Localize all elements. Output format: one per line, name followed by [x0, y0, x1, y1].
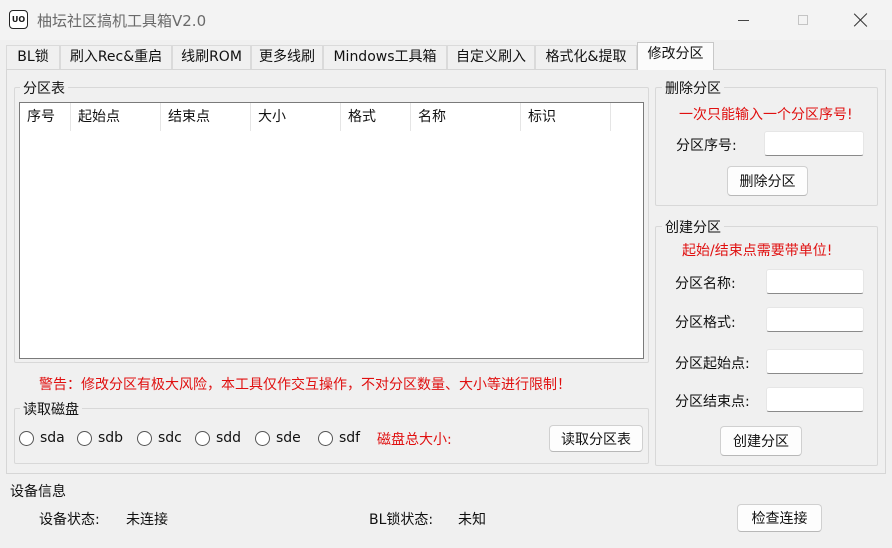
device-status-label: 设备状态:: [39, 512, 100, 528]
disk-radio-sdd[interactable]: sdd: [195, 428, 241, 448]
tab-more-flash[interactable]: 更多线刷: [251, 45, 323, 69]
column-header-size[interactable]: 大小: [251, 103, 341, 131]
radio-circle-icon: [195, 430, 210, 446]
partition-format-input[interactable]: [766, 307, 864, 332]
disk-radio-sdc[interactable]: sdc: [137, 428, 182, 448]
column-header-start[interactable]: 起始点: [71, 103, 161, 131]
check-connection-button[interactable]: 检查连接: [737, 504, 822, 532]
read-disk-group-title: 读取磁盘: [20, 399, 82, 419]
radio-circle-icon: [19, 430, 34, 446]
tab-flash-rom[interactable]: 线刷ROM: [172, 45, 251, 69]
delete-partition-hint: 一次只能输入一个分区序号!: [679, 107, 853, 123]
create-partition-group-title: 创建分区: [662, 217, 724, 237]
column-header-end[interactable]: 结束点: [161, 103, 251, 131]
close-icon: [854, 13, 868, 27]
bl-status-value: 未知: [458, 512, 486, 528]
partition-start-label: 分区起始点:: [675, 356, 750, 372]
column-header-flags[interactable]: 标识: [521, 103, 611, 131]
partition-table[interactable]: 序号 起始点 结束点 大小 格式 名称 标识: [19, 102, 644, 359]
tab-bl-lock[interactable]: BL锁: [6, 45, 60, 69]
partition-end-label: 分区结束点:: [675, 394, 750, 410]
minimize-icon: [737, 19, 749, 21]
radio-circle-icon: [77, 430, 92, 446]
column-header-index[interactable]: 序号: [20, 103, 71, 131]
disk-total-size-label: 磁盘总大小:: [377, 432, 452, 448]
partition-end-input[interactable]: [766, 387, 864, 412]
delete-partition-group-title: 删除分区: [662, 78, 724, 98]
read-partition-table-button[interactable]: 读取分区表: [549, 425, 643, 452]
radio-circle-icon: [255, 430, 270, 446]
partition-name-label: 分区名称:: [675, 276, 736, 292]
delete-partition-button[interactable]: 删除分区: [727, 166, 808, 196]
device-info-title: 设备信息: [10, 481, 66, 501]
tab-mindows-toolbox[interactable]: Mindows工具箱: [323, 45, 447, 69]
radio-circle-icon: [137, 430, 152, 446]
disk-radio-sda[interactable]: sda: [19, 428, 65, 448]
app-logo-icon: UO: [9, 10, 28, 29]
maximize-button[interactable]: [780, 0, 826, 40]
disk-radio-sde[interactable]: sde: [255, 428, 301, 448]
radio-circle-icon: [318, 430, 333, 446]
partition-table-group-title: 分区表: [20, 78, 68, 98]
disk-radio-label: sdf: [339, 430, 361, 446]
risk-warning-text: 警告：修改分区有极大风险，本工具仅作交互操作，不对分区数量、大小等进行限制！: [39, 377, 571, 393]
tab-flash-rec-reboot[interactable]: 刷入Rec&重启: [60, 45, 172, 69]
title-bar: UO 柚坛社区搞机工具箱V2.0: [0, 0, 892, 40]
disk-radio-sdf[interactable]: sdf: [318, 428, 360, 448]
partition-number-label: 分区序号:: [676, 138, 737, 154]
window-title: 柚坛社区搞机工具箱V2.0: [37, 12, 207, 30]
partition-format-label: 分区格式:: [675, 315, 736, 331]
minimize-button[interactable]: [720, 0, 766, 40]
disk-radio-label: sdc: [158, 430, 182, 446]
disk-radio-label: sda: [40, 430, 65, 446]
maximize-icon: [798, 15, 808, 25]
create-partition-button[interactable]: 创建分区: [720, 426, 802, 456]
tab-custom-flash[interactable]: 自定义刷入: [447, 45, 535, 69]
tab-format-extract[interactable]: 格式化&提取: [535, 45, 637, 69]
disk-radio-label: sdb: [98, 430, 124, 446]
partition-start-input[interactable]: [766, 349, 864, 374]
column-header-name[interactable]: 名称: [411, 103, 521, 131]
create-partition-hint: 起始/结束点需要带单位!: [682, 243, 833, 259]
partition-number-input[interactable]: [764, 131, 864, 156]
close-button[interactable]: [838, 0, 884, 40]
device-status-value: 未连接: [126, 512, 168, 528]
disk-radio-label: sde: [276, 430, 301, 446]
bl-status-label: BL锁状态:: [369, 512, 434, 528]
column-header-format[interactable]: 格式: [341, 103, 411, 131]
disk-radio-sdb[interactable]: sdb: [77, 428, 123, 448]
tab-modify-partition[interactable]: 修改分区: [637, 42, 714, 70]
partition-name-input[interactable]: [766, 269, 864, 294]
disk-radio-label: sdd: [216, 430, 242, 446]
